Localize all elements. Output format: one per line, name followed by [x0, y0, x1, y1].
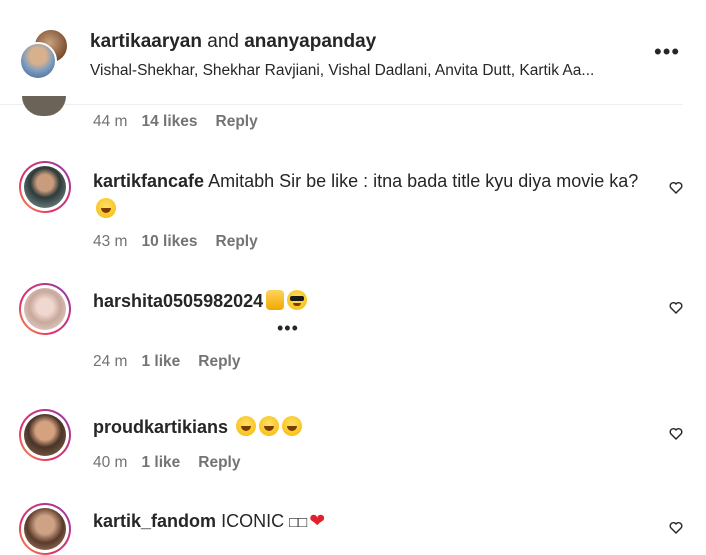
reply-button[interactable]: Reply — [198, 353, 240, 370]
more-options-icon[interactable]: ••• — [277, 319, 299, 337]
avatar — [19, 42, 57, 80]
comment-meta: 40 m 1 like Reply — [93, 454, 240, 472]
avatar[interactable] — [19, 161, 71, 213]
likes-count[interactable]: 10 likes — [141, 233, 197, 250]
likes-count[interactable]: 1 like — [141, 353, 180, 370]
thumbs-up-emoji-icon — [266, 290, 285, 310]
more-options-button[interactable]: ••• — [654, 41, 680, 63]
red-heart-emoji-icon: ❤ — [309, 511, 326, 532]
divider — [0, 104, 683, 105]
like-heart-icon[interactable] — [669, 181, 683, 195]
comment-meta: 24 m 1 like Reply — [93, 353, 240, 371]
comment-time: 24 m — [93, 353, 128, 370]
comment-username[interactable]: harshita0505982024 — [93, 291, 263, 311]
reply-button[interactable]: Reply — [198, 454, 240, 471]
laughing-emoji-icon — [236, 416, 257, 436]
laughing-emoji-icon — [96, 198, 116, 218]
like-heart-icon[interactable] — [669, 521, 683, 535]
avatar[interactable] — [19, 503, 71, 555]
comment-meta: 43 m 10 likes Reply — [93, 233, 258, 251]
comment-username[interactable]: kartik_fandom — [93, 511, 216, 531]
sunglasses-emoji-icon — [287, 290, 308, 310]
comment-text: kartik_fandom ICONIC □□ ❤ — [93, 507, 325, 537]
comment-text: kartikfancafe Amitabh Sir be like : itna… — [93, 167, 653, 223]
comment-meta: 44 m 14 likes Reply — [93, 113, 258, 131]
username-link[interactable]: kartikaaryan — [90, 31, 202, 52]
comment-body: Amitabh Sir be like : itna bada title ky… — [208, 171, 639, 191]
comment-username[interactable]: kartikfancafe — [93, 171, 204, 191]
joiner-text: and — [207, 31, 239, 52]
comment-text: proudkartikians — [93, 413, 303, 441]
avatar[interactable] — [22, 96, 66, 116]
like-heart-icon[interactable] — [669, 301, 683, 315]
unrendered-glyphs: □□ — [289, 514, 308, 531]
post-header: kartikaaryan and ananyapanday Vishal-She… — [0, 0, 706, 105]
comment-time: 43 m — [93, 233, 128, 250]
username-link[interactable]: ananyapanday — [244, 31, 376, 52]
likes-count[interactable]: 14 likes — [141, 113, 197, 130]
laughing-emoji-icon — [282, 416, 303, 436]
comment-body: ICONIC — [221, 511, 285, 531]
audio-credits[interactable]: Vishal-Shekhar, Shekhar Ravjiani, Vishal… — [90, 62, 635, 80]
comment-username[interactable]: proudkartikians — [93, 417, 228, 437]
collab-avatars[interactable] — [19, 28, 69, 80]
collab-title: kartikaaryan and ananyapanday — [90, 31, 376, 53]
comment-text: harshita0505982024 — [93, 287, 308, 315]
like-heart-icon[interactable] — [669, 427, 683, 441]
avatar[interactable] — [19, 409, 71, 461]
comment-time: 44 m — [93, 113, 128, 130]
reply-button[interactable]: Reply — [216, 233, 258, 250]
likes-count[interactable]: 1 like — [141, 454, 180, 471]
avatar[interactable] — [19, 283, 71, 335]
comment-time: 40 m — [93, 454, 128, 471]
reply-button[interactable]: Reply — [216, 113, 258, 130]
laughing-emoji-icon — [259, 416, 280, 436]
